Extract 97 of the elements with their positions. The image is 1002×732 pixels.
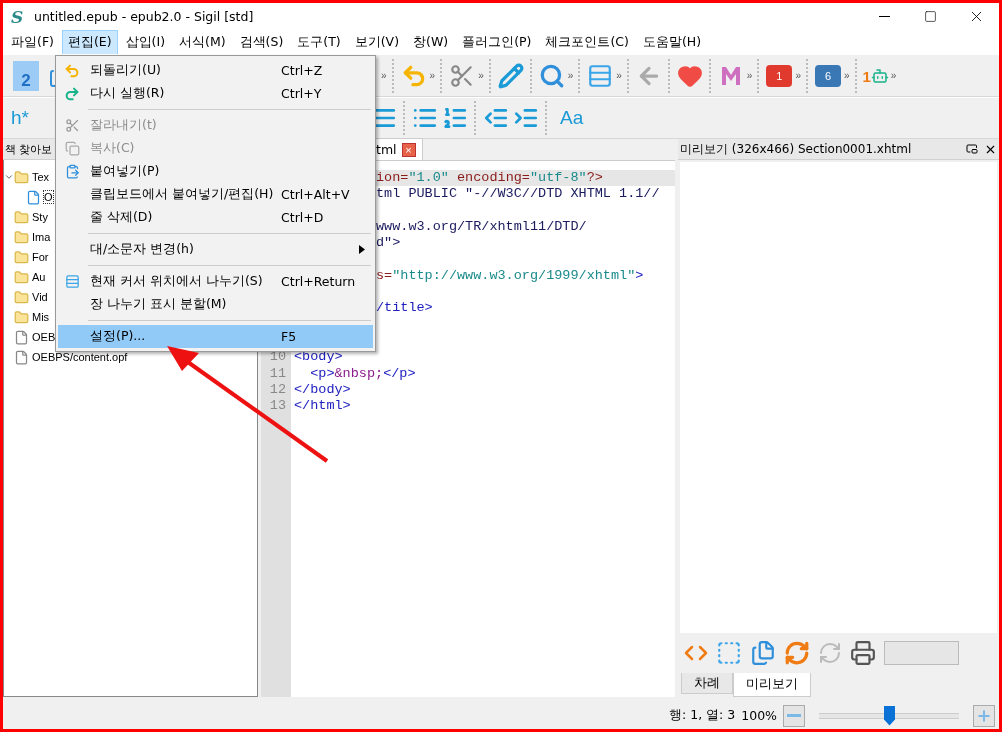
web-file-icon [26, 189, 41, 205]
menu-title[interactable]: 보기(V) [348, 29, 405, 55]
panel-title: 책 찾아보 [5, 141, 53, 157]
slider-thumb[interactable] [884, 705, 895, 726]
menu-item[interactable]: 설정(P)... F5 [58, 325, 373, 348]
line-number: 11 [268, 365, 287, 382]
tree-item[interactable]: Vid [32, 291, 48, 303]
menu-item[interactable]: 다시 실행(R) Ctrl+Y [58, 82, 373, 105]
code-line: s="http://www.w3.org/1999/xhtml"> [376, 267, 644, 283]
menu-title[interactable]: 체크포인트(C) [539, 29, 635, 55]
clipboard-icon [64, 164, 80, 179]
folder-icon [14, 309, 29, 325]
code-line: /title> [376, 300, 433, 316]
tree-item[interactable]: Au [32, 271, 46, 283]
overflow-button[interactable]: » [566, 70, 575, 81]
window-title: untitled.epub - epub2.0 - Sigil [std] [34, 9, 255, 24]
menu-item[interactable]: 붙여넣기(P) [58, 160, 373, 183]
redo-icon [64, 85, 80, 102]
folder-icon [14, 229, 29, 245]
pencil-icon [497, 62, 524, 89]
maximize-icon [923, 10, 937, 23]
menu-title[interactable]: 검색(S) [233, 29, 290, 55]
overflow-button[interactable]: » [428, 70, 437, 81]
file-icon [14, 349, 29, 365]
folder-icon [14, 249, 29, 265]
folder-icon [14, 209, 29, 225]
minimize-icon [878, 16, 890, 17]
menu-title[interactable]: 도움말(H) [636, 29, 708, 55]
copy-icon [64, 141, 80, 156]
zoom-level: 100% [741, 708, 777, 723]
zoom-in-button[interactable] [973, 704, 995, 727]
tree-item[interactable]: OEB [32, 331, 56, 343]
printer-icon[interactable] [850, 640, 876, 666]
code-line: <body> [294, 349, 343, 365]
minus-icon [787, 714, 801, 717]
menu-title[interactable]: 서식(M) [173, 29, 232, 55]
menu-title[interactable]: 창(W) [407, 29, 455, 55]
line-number: 12 [268, 381, 287, 399]
dashed-box-icon[interactable] [716, 640, 742, 666]
file-icon [14, 329, 29, 345]
submenu-arrow-icon [359, 245, 365, 254]
overflow-button[interactable]: » [842, 70, 851, 81]
tree-item[interactable]: Ima [32, 231, 51, 243]
app-logo: S [11, 6, 25, 27]
overflow-button[interactable]: » [380, 70, 388, 81]
undo-icon [64, 62, 80, 79]
menu-title[interactable]: 파일(F) [5, 29, 60, 55]
plugin-button[interactable]: 1 [766, 64, 793, 87]
code-line: d"> [376, 235, 401, 251]
cursor-position: 행: 1, 열: 3 [669, 707, 736, 724]
menu-item[interactable]: 장 나누기 표시 분할(M) [58, 293, 373, 316]
documents-icon[interactable] [750, 640, 776, 666]
overflow-button[interactable]: » [477, 70, 485, 81]
code-line: tml PUBLIC "-//W3C//DTD XHTML 1.1// [376, 186, 660, 202]
plugin-button[interactable]: 6 [814, 64, 841, 87]
tree-item[interactable]: Tex [32, 171, 50, 183]
overflow-button[interactable]: » [889, 70, 898, 81]
overflow-button[interactable]: » [794, 70, 802, 81]
folder-icon [14, 269, 29, 285]
menu-title[interactable]: 플러그인(P) [456, 29, 538, 55]
tab-label: tml [376, 142, 397, 157]
menu-item[interactable]: 되돌리기(U) Ctrl+Z [58, 59, 373, 82]
code-line: <p>&nbsp;</p> [309, 365, 416, 381]
code-line: www.w3.org/TR/xhtml11/DTD/ [376, 218, 587, 234]
panel-title: 미리보기 (326x466) Section0001.xhtml [680, 140, 912, 158]
menu-item[interactable]: 현재 커서 위치에서 나누기(S) Ctrl+Return [58, 270, 373, 293]
panel-tab[interactable]: 미리보기 [733, 673, 811, 697]
overflow-button[interactable]: » [745, 70, 754, 81]
menu-item[interactable]: 대/소문자 변경(h) [58, 238, 373, 261]
menu-item[interactable]: 클립보드에서 붙여넣기/편집(H) Ctrl+Alt+V [58, 183, 373, 206]
panel-tab[interactable]: 차례 [681, 673, 733, 694]
code-line: </body> [294, 381, 351, 397]
folder-icon [14, 289, 29, 305]
tree-item[interactable]: OEBPS/content.opf [32, 351, 128, 363]
code-line: </html> [294, 398, 351, 414]
numbered-list-icon [441, 105, 468, 131]
refresh-icon[interactable] [784, 640, 810, 666]
tree-item[interactable]: Mis [32, 311, 50, 323]
split-rows-icon [64, 274, 80, 289]
tree-item[interactable]: For [32, 251, 49, 263]
menu-title[interactable]: 삽입(I) [119, 29, 172, 55]
float-icon[interactable] [966, 143, 978, 155]
zoom-out-button[interactable] [783, 704, 805, 727]
overflow-button[interactable]: » [615, 70, 623, 81]
search-icon [538, 62, 565, 89]
tree-item[interactable]: Sty [32, 211, 48, 223]
plus-icon [976, 707, 992, 724]
folder-icon [14, 169, 29, 185]
line-number: 13 [268, 398, 287, 415]
code-line: ion="1.0" encoding="utf-8"?> [376, 170, 603, 185]
robot-icon [870, 66, 889, 85]
split-rows-icon [587, 62, 614, 89]
tree-item[interactable]: O [44, 191, 53, 203]
scissors-icon [64, 118, 80, 133]
menu-title[interactable]: 편집(E) [61, 29, 118, 55]
menu-item[interactable]: 줄 삭제(D) Ctrl+D [58, 206, 373, 229]
menu-title[interactable]: 도구(T) [291, 29, 347, 55]
